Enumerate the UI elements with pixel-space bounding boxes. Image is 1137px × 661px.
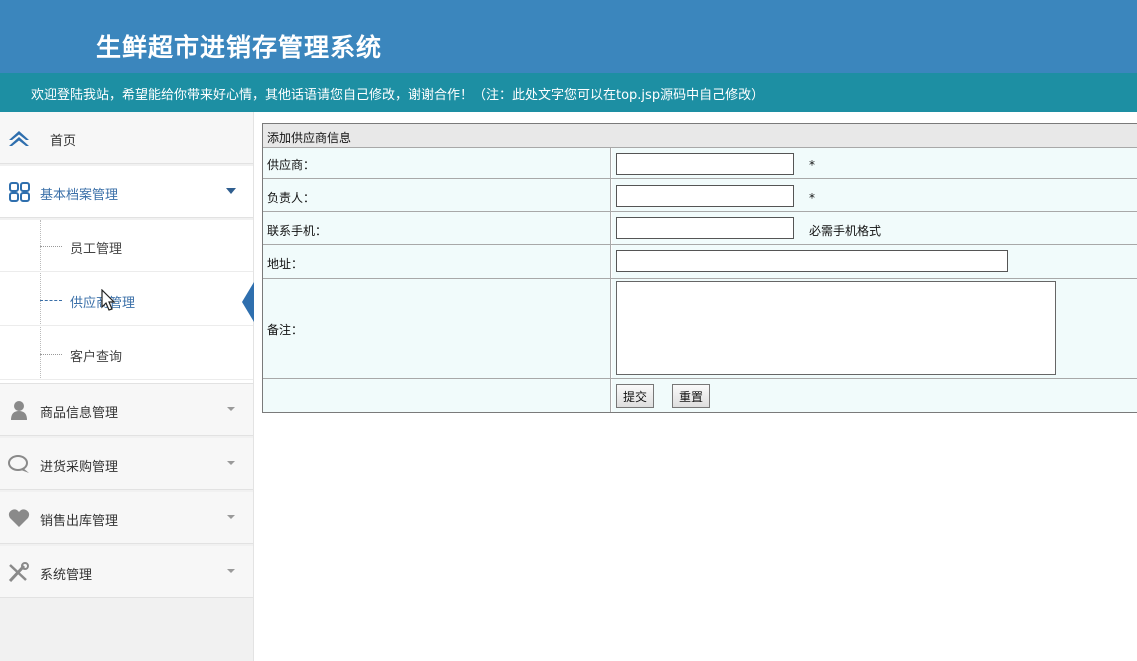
header: 生鲜超市进销存管理系统	[0, 0, 1137, 73]
caret-down-icon	[226, 188, 236, 194]
sidebar-subitem-employee[interactable]: 员工管理	[0, 220, 253, 272]
supplier-form: 添加供应商信息 供应商： * 负责人： * 联系手机： 必需手机格式 地址： 备…	[262, 123, 1137, 413]
sidebar-item-sales[interactable]: 销售出库管理	[0, 492, 253, 544]
form-caption: 添加供应商信息	[267, 131, 352, 145]
sidebar-item-product-info[interactable]: 商品信息管理	[0, 384, 253, 436]
address-input[interactable]	[616, 250, 1008, 272]
form-row-actions: 提交 重置	[263, 378, 1137, 412]
manager-input[interactable]	[616, 185, 794, 207]
sidebar-item-label: 商品信息管理	[40, 406, 119, 421]
supplier-input[interactable]	[616, 153, 794, 175]
grid-icon	[9, 182, 30, 202]
mouse-cursor-icon	[101, 289, 116, 311]
phone-label: 联系手机：	[267, 224, 328, 238]
welcome-text: 欢迎登陆我站，希望能给你带来好心情，其他话语请您自己修改，谢谢合作！（注：此处文…	[31, 88, 765, 103]
phone-input[interactable]	[616, 217, 794, 239]
caret-down-icon	[227, 461, 235, 465]
home-icon	[9, 131, 29, 146]
sidebar-item-label: 进货采购管理	[40, 460, 119, 475]
welcome-bar: 欢迎登陆我站，希望能给你带来好心情，其他话语请您自己修改，谢谢合作！（注：此处文…	[0, 73, 1137, 112]
sidebar-subitem-customer[interactable]: 客户查询	[0, 328, 253, 380]
required-mark: *	[809, 191, 815, 205]
caret-down-icon	[227, 569, 235, 573]
reset-button[interactable]: 重置	[672, 384, 711, 408]
form-row-supplier: 供应商： *	[263, 147, 1137, 178]
sidebar-item-label: 销售出库管理	[40, 514, 119, 529]
sidebar-item-purchase[interactable]: 进货采购管理	[0, 438, 253, 490]
supplier-label: 供应商：	[267, 158, 316, 172]
heart-icon	[8, 509, 30, 527]
caret-down-icon	[227, 515, 235, 519]
sidebar-item-label: 基本档案管理	[40, 188, 119, 203]
submenu-basic-archive: 员工管理 供应商管理 客户查询	[0, 220, 254, 384]
sidebar-item-system[interactable]: 系统管理	[0, 546, 253, 598]
required-mark: *	[809, 158, 815, 172]
user-icon	[11, 401, 27, 420]
sidebar-item-basic-archive[interactable]: 基本档案管理	[0, 166, 253, 218]
remark-label: 备注：	[267, 323, 304, 337]
app-title: 生鲜超市进销存管理系统	[96, 33, 383, 62]
sidebar-subitem-label: 客户查询	[70, 350, 123, 365]
sidebar-item-home[interactable]: 首页	[0, 112, 253, 164]
tools-icon	[8, 562, 29, 582]
sidebar-item-label: 系统管理	[40, 568, 93, 583]
form-row-address: 地址：	[263, 244, 1137, 278]
sidebar-item-label: 首页	[50, 134, 77, 149]
form-row-manager: 负责人： *	[263, 178, 1137, 211]
caret-down-icon	[227, 407, 235, 411]
form-row-phone: 联系手机： 必需手机格式	[263, 211, 1137, 244]
active-indicator-icon	[242, 282, 254, 322]
sidebar-subitem-supplier[interactable]: 供应商管理	[0, 274, 254, 326]
form-row-remark: 备注：	[263, 278, 1137, 378]
form-caption-row: 添加供应商信息	[263, 124, 1137, 147]
submit-button[interactable]: 提交	[616, 384, 655, 408]
phone-format-hint: 必需手机格式	[809, 224, 882, 238]
address-label: 地址：	[267, 257, 304, 271]
sidebar: 首页 基本档案管理 员工管理 供应商管理	[0, 112, 254, 661]
sidebar-subitem-label: 员工管理	[70, 242, 123, 257]
chat-icon	[8, 455, 29, 473]
manager-label: 负责人：	[267, 191, 316, 205]
remark-textarea[interactable]	[616, 281, 1056, 375]
